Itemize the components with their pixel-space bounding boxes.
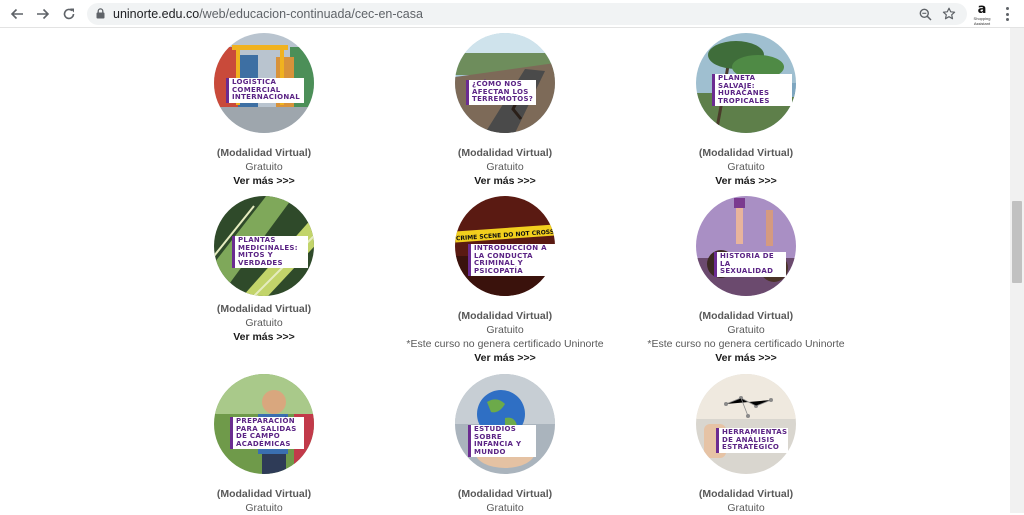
menu-dot [1005, 12, 1009, 16]
course-modality: (Modalidad Virtual) [457, 488, 553, 500]
course-title-label: PREPARACIÓN PARA SALIDAS DE CAMPO ACADÉM… [230, 417, 304, 450]
course-price: Gratuito [245, 317, 283, 329]
course-image[interactable] [455, 374, 555, 474]
bookmark-button[interactable] [941, 6, 957, 22]
reload-button[interactable] [58, 3, 80, 25]
lock-icon [96, 8, 105, 19]
menu-dot [1005, 7, 1009, 10]
scrollbar-thumb[interactable] [1012, 201, 1022, 283]
course-modality: (Modalidad Virtual) [457, 147, 553, 159]
url-text: uninorte.edu.co/web/educacion-continuada… [113, 7, 423, 21]
course-title-label: LOGÍSTICA COMERCIAL INTERNACIONAL [226, 78, 304, 103]
analysis-illustration [696, 374, 796, 474]
see-more-link[interactable]: Ver más >>> [385, 352, 625, 365]
course-modality: (Modalidad Virtual) [698, 488, 794, 500]
course-modality: (Modalidad Virtual) [216, 303, 312, 315]
zoom-button[interactable] [917, 6, 933, 22]
course-title-label: HERRAMIENTAS DE ANÁLISIS ESTRATÉGICO [716, 428, 788, 453]
back-button[interactable] [6, 3, 28, 25]
extension-caption: Shopping Assistant [973, 16, 991, 26]
course-image[interactable] [696, 196, 796, 296]
back-arrow-icon [10, 8, 23, 20]
course-price: Gratuito [486, 161, 524, 173]
course-modality: (Modalidad Virtual) [698, 147, 794, 159]
course-modality: (Modalidad Virtual) [216, 488, 312, 500]
star-icon [942, 7, 956, 20]
url-path: /web/educacion-continuada/cec-en-casa [199, 7, 423, 21]
browser-menu-button[interactable] [1000, 5, 1014, 23]
course-price: Gratuito [727, 324, 765, 336]
course-price: Gratuito [245, 502, 283, 514]
reload-icon [63, 8, 75, 20]
protest-illustration [696, 196, 796, 296]
course-modality: (Modalidad Virtual) [457, 310, 553, 322]
course-title-label: PLANTAS MEDICINALES: MITOS Y VERDADES [232, 236, 308, 269]
course-modality: (Modalidad Virtual) [698, 310, 794, 322]
certificate-note: *Este curso no genera certificado Uninor… [647, 338, 845, 350]
see-more-link[interactable]: Ver más >>> [385, 175, 625, 188]
browser-toolbar: uninorte.edu.co/web/educacion-continuada… [0, 0, 1024, 28]
forward-button[interactable] [32, 3, 54, 25]
course-title-label: INTRODUCCIÓN A LA CONDUCTA CRIMINAL Y PS… [468, 244, 556, 277]
see-more-link[interactable]: Ver más >>> [626, 352, 866, 365]
course-price: Gratuito [245, 161, 283, 173]
see-more-link[interactable]: Ver más >>> [144, 331, 384, 344]
extension-letter: a [977, 2, 987, 17]
course-price: Gratuito [486, 502, 524, 514]
zoom-icon [919, 8, 932, 21]
course-title-label: HISTORIA DE LA SEXUALIDAD [714, 252, 786, 277]
forward-arrow-icon [37, 8, 50, 20]
amazon-assistant-extension[interactable]: a Shopping Assistant [973, 2, 991, 26]
see-more-link[interactable]: Ver más >>> [144, 175, 384, 188]
course-image[interactable] [696, 374, 796, 474]
see-more-link[interactable]: Ver más >>> [626, 175, 866, 188]
course-title-label: PLANETA SALVAJE: HURACANES TROPICALES [712, 74, 792, 107]
course-title-label: ¿CÓMO NOS AFECTAN LOS TERREMOTOS? [466, 80, 536, 105]
globe-illustration [455, 374, 555, 474]
course-modality: (Modalidad Virtual) [216, 147, 312, 159]
course-price: Gratuito [727, 161, 765, 173]
menu-dot [1005, 18, 1009, 21]
course-price: Gratuito [727, 502, 765, 514]
course-title-label: ESTUDIOS SOBRE INFANCIA Y MUNDO [468, 425, 536, 458]
address-bar[interactable]: uninorte.edu.co/web/educacion-continuada… [87, 3, 967, 25]
certificate-note: *Este curso no genera certificado Uninor… [406, 338, 604, 350]
course-price: Gratuito [486, 324, 524, 336]
url-domain: uninorte.edu.co [113, 7, 200, 21]
